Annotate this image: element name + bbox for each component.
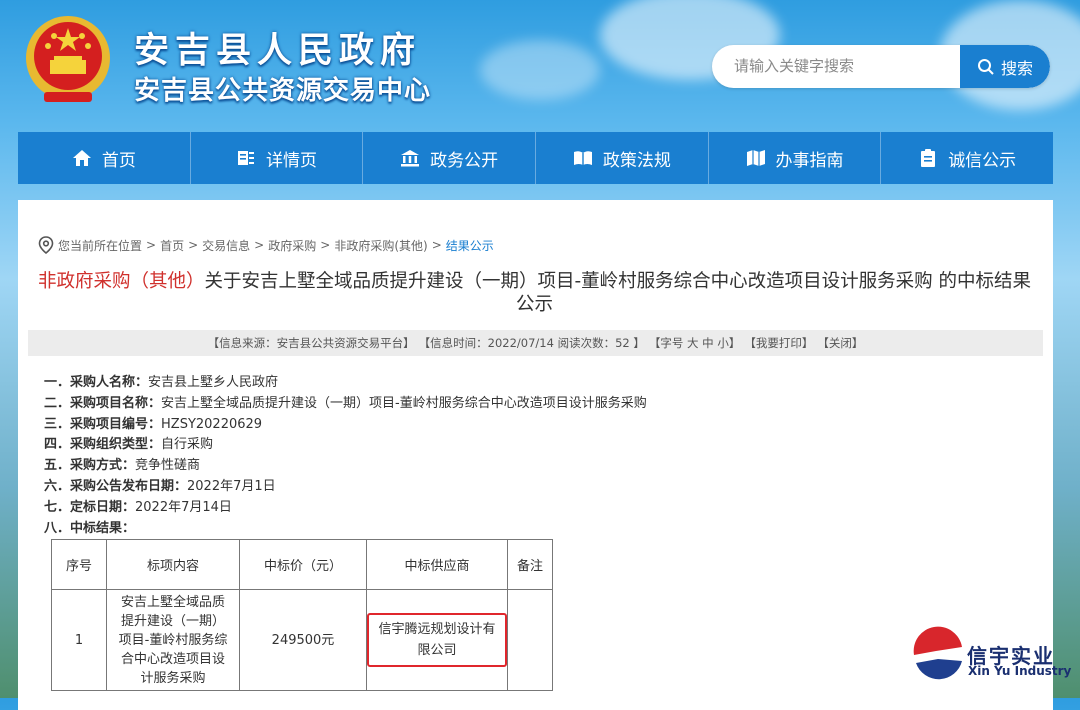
detail-label: 七．定标日期： <box>44 499 136 515</box>
watermark-english: Xin Yu Industry <box>968 664 1072 678</box>
detail-label: 五．采购方式： <box>44 458 136 474</box>
nav-item-credit[interactable]: 诚信公示 <box>881 132 1053 184</box>
national-emblem-logo <box>24 14 112 106</box>
nav-item-label: 政务公开 <box>430 150 499 171</box>
nav-item-label: 办事指南 <box>775 150 844 171</box>
breadcrumb-current[interactable]: 结果公示 <box>446 237 494 254</box>
home-icon <box>72 150 91 166</box>
details-list: 一．采购人名称：安吉县上墅乡人民政府 二．采购项目名称：安吉上墅全域品质提升建设… <box>44 373 647 539</box>
nav-item-service-guide[interactable]: 办事指南 <box>709 132 882 184</box>
nav-item-policies[interactable]: 政策法规 <box>536 132 709 184</box>
detail-value: 2022年7月14日 <box>135 499 232 515</box>
table-cell: 安吉上墅全域品质提升建设（一期）项目-董岭村服务综合中心改造项目设计服务采购 <box>106 589 240 691</box>
table-cell: 1 <box>51 589 107 691</box>
table-header-cell: 中标价（元） <box>239 539 367 590</box>
content-panel: 您当前所在位置 > 首页 > 交易信息 > 政府采购 > 非政府采购(其他) >… <box>18 200 1053 710</box>
nav-item-home[interactable]: 首页 <box>18 132 191 184</box>
nav-item-label: 首页 <box>101 150 136 171</box>
info-time: 【信息时间：2022/07/14 阅读次数：52 】 <box>418 336 645 350</box>
book-icon <box>573 151 592 165</box>
breadcrumb-gov-procurement[interactable]: 政府采购 <box>268 237 316 254</box>
search-button[interactable]: 搜索 <box>960 45 1050 88</box>
nav-item-label: 政策法规 <box>602 150 671 171</box>
government-building-icon <box>401 150 420 167</box>
table-cell <box>507 589 553 691</box>
detail-label: 二．采购项目名称： <box>44 395 162 411</box>
info-bar: 【信息来源：安吉县公共资源交易平台】 【信息时间：2022/07/14 阅读次数… <box>28 330 1043 356</box>
search-box: 搜索 <box>712 45 1050 88</box>
detail-label: 一．采购人名称： <box>44 375 149 390</box>
search-icon <box>977 58 994 75</box>
detail-row: 八．中标结果： <box>44 519 647 540</box>
detail-row: 一．采购人名称：安吉县上墅乡人民政府 <box>44 373 647 394</box>
info-source: 【信息来源：安吉县公共资源交易平台】 <box>207 336 415 350</box>
detail-value: 2022年7月1日 <box>187 478 276 494</box>
breadcrumb-trading-info[interactable]: 交易信息 <box>202 237 250 254</box>
nav-item-details[interactable]: 详情页 <box>191 132 364 184</box>
breadcrumb-prefix: 您当前所在位置 <box>58 238 143 253</box>
breadcrumb: 您当前所在位置 > 首页 > 交易信息 > 政府采购 > 非政府采购(其他) >… <box>38 236 494 254</box>
table-header-cell: 标项内容 <box>106 539 240 590</box>
site-title: 安吉县人民政府 <box>134 30 422 71</box>
detail-label: 八．中标结果： <box>44 520 136 536</box>
nav-item-label: 诚信公示 <box>948 150 1017 171</box>
table-header-row: 序号 标项内容 中标价（元） 中标供应商 备注 <box>51 539 553 590</box>
winning-supplier-highlight: 信宇腾远规划设计有限公司 <box>367 613 507 667</box>
article-title: 非政府采购（其他）关于安吉上墅全域品质提升建设（一期）项目-董岭村服务综合中心改… <box>32 270 1037 316</box>
detail-value: 竞争性磋商 <box>135 458 201 474</box>
detail-row: 七．定标日期：2022年7月14日 <box>44 498 647 519</box>
breadcrumb-home[interactable]: 首页 <box>160 237 184 254</box>
location-pin-icon <box>38 236 54 254</box>
clipboard-icon <box>921 149 936 167</box>
site-subtitle: 安吉县公共资源交易中心 <box>134 76 432 106</box>
detail-row: 五．采购方式：竞争性磋商 <box>44 456 647 477</box>
detail-value: 安吉县上墅乡人民政府 <box>148 375 279 390</box>
table-cell: 信宇腾远规划设计有限公司 <box>366 589 508 691</box>
nav-item-label: 详情页 <box>266 150 317 171</box>
search-input[interactable] <box>712 45 974 88</box>
detail-value: HZSY20220629 <box>161 416 263 432</box>
print-link[interactable]: 【我要打印】 <box>744 335 813 351</box>
search-button-label: 搜索 <box>1000 58 1033 78</box>
detail-label: 四．采购组织类型： <box>44 437 162 453</box>
map-icon <box>746 150 765 166</box>
font-size-control[interactable]: 【字号 大 中 小】 <box>649 335 740 351</box>
main-nav: 首页 详情页 政务公开 政策法规 办事指南 诚信公示 <box>18 132 1053 184</box>
nav-item-government-affairs[interactable]: 政务公开 <box>363 132 537 184</box>
detail-label: 三．采购项目编号： <box>44 416 162 432</box>
table-row: 1 安吉上墅全域品质提升建设（一期）项目-董岭村服务综合中心改造项目设计服务采购… <box>51 589 553 691</box>
detail-value: 安吉上墅全域品质提升建设（一期）项目-董岭村服务综合中心改造项目设计服务采购 <box>161 395 647 411</box>
table-cell: 249500元 <box>239 589 367 691</box>
table-header-cell: 中标供应商 <box>366 539 508 590</box>
detail-row: 六．采购公告发布日期：2022年7月1日 <box>44 477 647 498</box>
detail-label: 六．采购公告发布日期： <box>44 478 188 494</box>
results-table: 序号 标项内容 中标价（元） 中标供应商 备注 1 安吉上墅全域品质提升建设（一… <box>51 539 553 691</box>
breadcrumb-non-gov-procurement[interactable]: 非政府采购(其他) <box>334 237 427 254</box>
detail-value: 自行采购 <box>161 437 214 453</box>
article-title-text: 关于安吉上墅全域品质提升建设（一期）项目-董岭村服务综合中心改造项目设计服务采购… <box>204 271 1032 315</box>
article-category: 非政府采购（其他） <box>37 271 205 292</box>
table-header-cell: 序号 <box>51 539 107 590</box>
table-header-cell: 备注 <box>507 539 553 590</box>
close-link[interactable]: 【关闭】 <box>817 335 863 351</box>
detail-row: 二．采购项目名称：安吉上墅全域品质提升建设（一期）项目-董岭村服务综合中心改造项… <box>44 394 647 415</box>
detail-row: 三．采购项目编号：HZSY20220629 <box>44 415 647 436</box>
detail-row: 四．采购组织类型：自行采购 <box>44 435 647 456</box>
list-icon <box>238 151 254 165</box>
